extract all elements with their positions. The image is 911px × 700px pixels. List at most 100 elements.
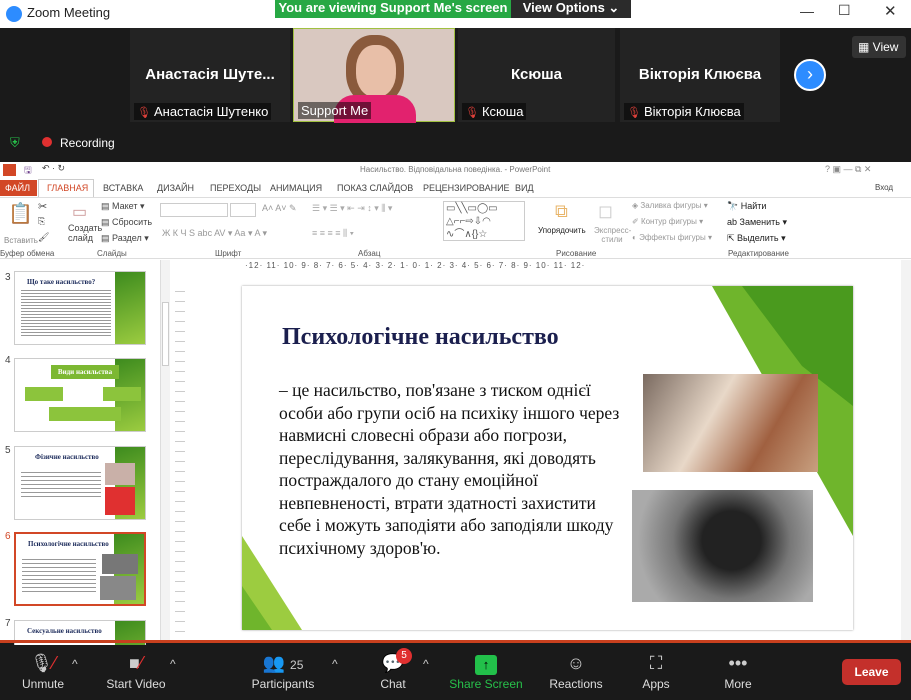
font-size-select[interactable] [230,203,256,217]
close-button[interactable]: ✕ [884,2,897,20]
start-video-button[interactable]: ■⁄ Start Video [103,653,169,691]
participant-name: 🎙 Анастасія Шутенко [134,103,272,120]
shape-fill-button[interactable]: ◈ Заливка фигуры ▾ [632,201,708,210]
participant-display: Анастасія Шуте... [145,66,275,83]
group-clipboard: Буфер обмена [0,249,55,258]
unmute-button[interactable]: 🎙⁄ Unmute [18,653,68,691]
video-options-caret[interactable]: ^ [170,657,176,671]
participant-tile[interactable]: Вікторія Клюєва 🎙 Вікторія Клюєва [620,28,780,122]
shield-icon: ⛨ [10,135,20,150]
slide-title: Психологічне насильство [282,324,559,350]
tab-view[interactable]: ВИД [515,180,534,196]
recording-label: Recording [60,136,115,150]
recording-icon [42,137,52,147]
reactions-button[interactable]: ☺ Reactions [546,653,606,691]
next-page-arrow-icon[interactable]: › [794,59,826,91]
powerpoint-logo-icon [3,164,16,176]
paste-button[interactable]: Вставить [4,236,38,245]
arrange-icon[interactable]: ⧉ [555,201,568,222]
sign-in-link[interactable]: Вход [875,180,893,196]
slide-body: – це насильство, пов'язане з тиском одні… [279,380,620,558]
font-format-buttons[interactable]: Ж К Ч S abc AV ▾ Aa ▾ A ▾ [162,228,267,239]
view-options-label: View Options [522,0,605,15]
muted-icon: 🎙 [465,107,479,119]
view-button[interactable]: ▦ View [852,36,906,58]
arrange-button[interactable]: Упорядочить [538,226,586,235]
tab-slideshow[interactable]: ПОКАЗ СЛАЙДОВ [337,180,413,196]
group-paragraph: Абзац [358,249,381,258]
quick-styles-icon[interactable]: ◻ [598,201,613,222]
align-buttons[interactable]: ≡ ≡ ≡ ≡ ⫼ ▾ [312,228,354,239]
apps-button[interactable]: ⛶ Apps [638,653,674,691]
shape-outline-button[interactable]: ✐ Контур фигуры ▾ [632,217,703,226]
reset-button[interactable]: ▤ Сбросить [101,217,152,228]
slide-thumbnail[interactable]: Фізичне насильство [14,446,146,520]
zoom-toolbar: 🎙⁄ Unmute ^ ■⁄ Start Video ^ 👥 25 Participa… [0,645,911,700]
share-screen-icon: ↑ [475,655,497,675]
copy-icon[interactable]: ⎘ [38,216,45,227]
slide-thumbnail[interactable]: Що таке насильство? [14,271,146,345]
replace-button[interactable]: ab Заменить ▾ [727,217,787,228]
audio-options-caret[interactable]: ^ [72,657,78,671]
thumbnail-scrollbar[interactable] [160,260,170,640]
video-off-icon: ■⁄ [129,653,143,673]
tab-transitions[interactable]: ПЕРЕХОДЫ [210,180,261,196]
more-button[interactable]: ••• More [720,653,756,691]
main-scrollbar[interactable] [901,260,911,640]
slide-thumbnail-selected[interactable]: Психологічне насильство [14,532,146,606]
participant-tile-active-speaker[interactable]: Support Me [293,28,455,123]
layout-button[interactable]: ▤ Макет ▾ [101,201,145,212]
apps-icon: ⛶ [649,653,663,673]
tab-home[interactable]: ГЛАВНАЯ [47,180,88,196]
new-slide-icon[interactable]: ▭ [72,202,87,222]
slide-thumbnail[interactable]: Види насильства [14,358,146,432]
ppt-title-bar: 🖫 ↶ · ↻ Насильство. Відповідальна поведі… [0,162,911,179]
window-controls[interactable]: ? ▣ — ⧉ ✕ [825,164,871,175]
select-button[interactable]: ⇱ Выделить ▾ [727,233,786,244]
group-font: Шрифт [215,249,242,258]
font-name-select[interactable] [160,203,228,217]
leave-button[interactable]: Leave [842,659,901,685]
slide-canvas[interactable]: Психологічне насильство – це насильство,… [242,286,853,630]
undo-icon[interactable]: ↶ · ↻ [42,163,65,174]
shape-effects-button[interactable]: ◐ Эффекты фигуры ▾ [632,233,712,242]
tab-review[interactable]: РЕЦЕНЗИРОВАНИЕ [423,180,510,196]
participant-name: Support Me [298,102,372,119]
tab-animations[interactable]: АНИМАЦИЯ [270,180,322,196]
group-drawing: Рисование [556,249,597,258]
maximize-button[interactable]: ☐ [838,2,851,19]
save-icon[interactable]: 🖫 [24,163,32,179]
participants-caret[interactable]: ^ [332,657,338,671]
chat-caret[interactable]: ^ [423,657,429,671]
font-grow-icon[interactable]: A˄ A˅ ✎ [262,203,297,214]
horizontal-ruler: ·12· 11· 10· 9· 8· 7· 6· 5· 4· 3· 2· 1· … [245,261,586,270]
list-buttons[interactable]: ☰ ▾ ☰ ▾ ⇤ ⇥ ↕ ▾ ⫼ ▾ [312,203,392,214]
group-slides: Слайды [97,249,127,258]
format-painter-icon[interactable]: 🖌 [38,232,49,243]
children-bullying-image [643,374,818,472]
participants-button[interactable]: 👥 25 Participants [250,653,316,691]
microphone-muted-icon: 🎙⁄ [30,653,56,673]
minimize-button[interactable]: — [800,3,814,19]
find-button[interactable]: 🔭 Найти [727,201,766,212]
muted-icon: 🎙 [627,107,641,119]
quick-styles-button[interactable]: Экспресс-стили [594,226,631,244]
participant-tile[interactable]: Анастасія Шуте... 🎙 Анастасія Шутенко [130,28,290,122]
document-title: Насильство. Відповідальна поведінка. - P… [360,165,551,174]
zoom-logo-icon [6,6,22,22]
share-screen-button[interactable]: ↑ Share Screen [448,653,524,691]
new-slide-button[interactable]: Создать слайд [68,223,102,243]
view-options-button[interactable]: View Options ⌄ [511,0,631,18]
shapes-gallery[interactable]: ▭╲╲▭◯▭ △⌐⌐⇨⇩◠ ∿⌒∧{}☆ [443,201,525,241]
tab-file[interactable]: ФАЙЛ [5,180,30,196]
chat-unread-badge: 5 [396,648,412,664]
participant-tile[interactable]: Ксюша 🎙 Ксюша [458,28,615,122]
section-button[interactable]: ▤ Раздел ▾ [101,233,149,244]
cut-icon[interactable]: ✂ [38,200,47,213]
paste-icon[interactable]: 📋 [8,201,33,226]
tab-design[interactable]: ДИЗАЙН [157,180,194,196]
reactions-icon: ☺ [566,653,586,673]
participants-icon: 👥 25 [262,653,304,673]
group-editing: Редактирование [728,249,789,258]
tab-insert[interactable]: ВСТАВКА [103,180,143,196]
